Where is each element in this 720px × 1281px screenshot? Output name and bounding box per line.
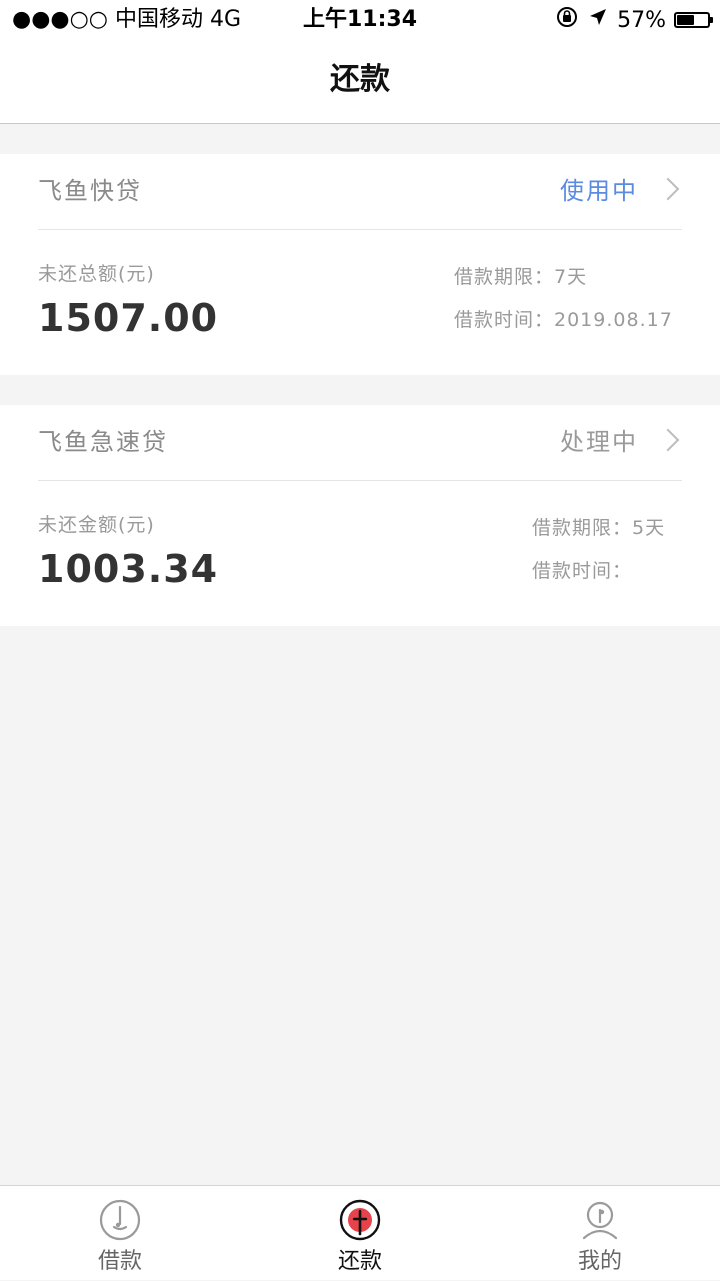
navigation-bar: 还款: [0, 40, 720, 124]
tab-label: 借款: [97, 1249, 142, 1274]
loan-icon: [98, 1198, 142, 1242]
outstanding-amount: 1507.00: [38, 296, 219, 340]
loan-meta: 借款期限：7天 借款时间：2019.08.17: [454, 264, 684, 350]
outstanding-amount-label: 未还金额(元): [38, 514, 155, 536]
loan-product-name: 飞鱼急速贷: [38, 428, 168, 456]
loan-term: 借款期限：5天: [532, 517, 666, 539]
chevron-right-icon: [656, 177, 680, 201]
divider: [38, 229, 682, 230]
tab-bar: 借款 还款 我的: [0, 1185, 720, 1280]
location-arrow-icon: [587, 6, 609, 34]
repay-icon: [338, 1198, 382, 1242]
battery-icon: [674, 12, 713, 28]
tab-repay[interactable]: 还款: [240, 1186, 480, 1281]
rotation-lock-icon: [555, 5, 579, 35]
battery-level: [677, 15, 694, 25]
status-right: 57%: [555, 5, 713, 35]
loan-meta: 借款期限：5天 借款时间：: [532, 515, 720, 601]
loan-card[interactable]: 飞鱼快贷 使用中 未还总额(元) 1507.00 借款期限：7天 借款时间：20…: [0, 154, 720, 375]
loan-card-header[interactable]: 飞鱼快贷 使用中: [0, 154, 720, 229]
tab-loan[interactable]: 借款: [0, 1186, 240, 1281]
loan-date: 借款时间：: [532, 560, 633, 582]
loan-status: 处理中: [560, 428, 638, 456]
loan-card[interactable]: 飞鱼急速贷 处理中 未还金额(元) 1003.34 借款期限：5天 借款时间：: [0, 405, 720, 626]
chevron-right-icon: [656, 428, 680, 452]
loan-card-header[interactable]: 飞鱼急速贷 处理中: [0, 405, 720, 480]
divider: [38, 480, 682, 481]
battery-percent: 57%: [617, 7, 666, 33]
tab-label: 还款: [337, 1249, 382, 1274]
page-title: 还款: [330, 62, 390, 97]
tab-profile[interactable]: 我的: [480, 1186, 720, 1281]
outstanding-amount-label: 未还总额(元): [38, 263, 155, 285]
tab-label: 我的: [577, 1249, 622, 1274]
outstanding-amount: 1003.34: [38, 547, 219, 591]
status-bar: ●●●○○ 中国移动 4G 上午11:34 57%: [0, 0, 720, 40]
loan-date: 借款时间：2019.08.17: [454, 309, 673, 331]
loan-term: 借款期限：7天: [454, 266, 588, 288]
loan-product-name: 飞鱼快贷: [38, 177, 142, 205]
loan-status: 使用中: [560, 177, 638, 205]
profile-icon: [578, 1198, 622, 1242]
